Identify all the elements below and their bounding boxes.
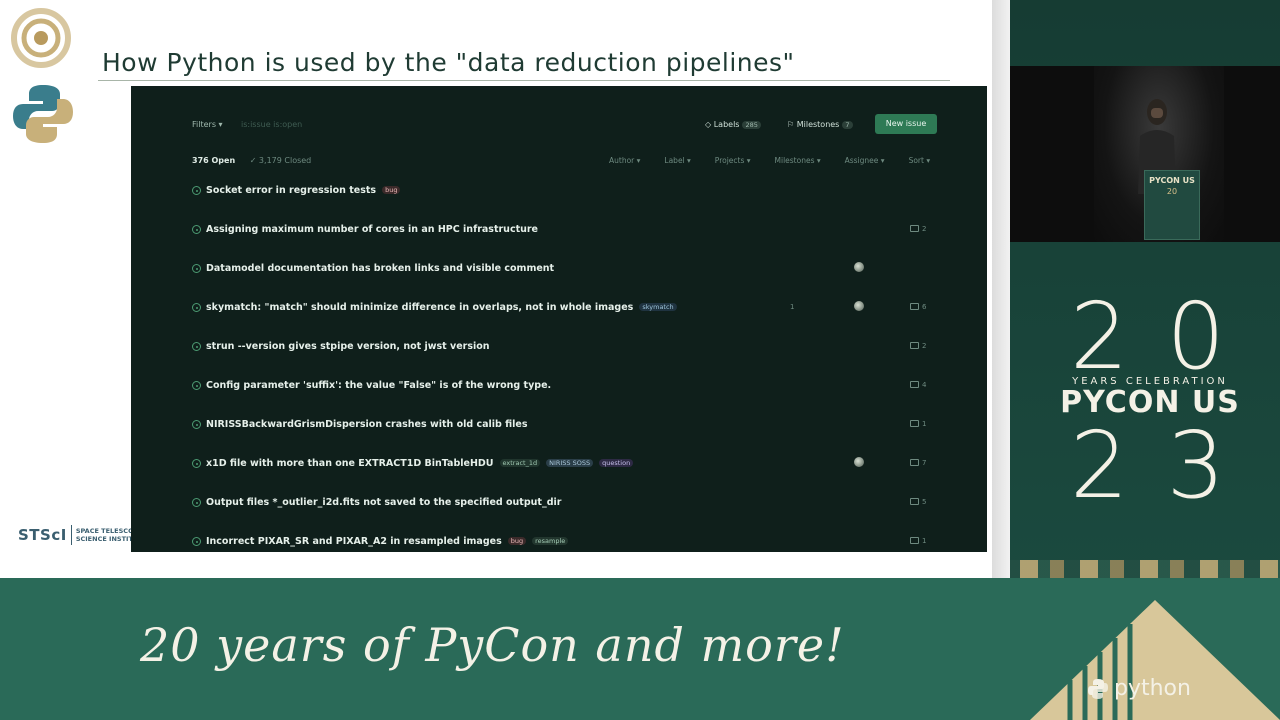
issue-open-icon: [192, 342, 201, 351]
slide-edge: [992, 0, 1010, 578]
search-input[interactable]: is:issue is:open: [241, 120, 302, 129]
open-closed-toggle: 376 Open ✓ 3,179 Closed: [192, 156, 311, 165]
stsci-logo: STScI SPACE TELESCOPE SCIENCE INSTITUTE: [18, 525, 147, 545]
badge-bottom-number: 23: [1070, 412, 1264, 519]
issue-title[interactable]: x1D file with more than one EXTRACT1D Bi…: [206, 458, 634, 469]
issue-open-icon: [192, 186, 201, 195]
podium-sign: PYCON US: [1149, 176, 1195, 185]
issue-title[interactable]: Socket error in regression tests bug: [206, 185, 401, 196]
python-brand: python: [1086, 676, 1191, 701]
filters-dropdown[interactable]: Filters ▾: [192, 120, 223, 129]
issue-label[interactable]: resample: [532, 537, 569, 545]
pycon-badge: 20 YEARS CELEBRATION PYCON US 23: [1040, 290, 1260, 513]
labels-button[interactable]: ◇ Labels 285: [705, 120, 761, 129]
sort-dropdown[interactable]: Sort ▾: [909, 156, 931, 165]
issue-open-icon: [192, 303, 201, 312]
milestones-button[interactable]: ⚐ Milestones 7: [787, 120, 853, 129]
issue-title[interactable]: strun --version gives stpipe version, no…: [206, 341, 490, 352]
issue-row[interactable]: Output files *_outlier_i2d.fits not save…: [192, 497, 952, 533]
assignee-avatar[interactable]: [854, 457, 864, 467]
issue-open-icon: [192, 459, 201, 468]
comment-count[interactable]: 2: [910, 342, 926, 350]
issue-label[interactable]: NIRISS SOSS: [546, 459, 594, 467]
issue-open-icon: [192, 537, 201, 546]
issue-row[interactable]: Datamodel documentation has broken links…: [192, 262, 952, 299]
issue-row[interactable]: Config parameter 'suffix': the value "Fa…: [192, 380, 952, 416]
issue-label[interactable]: skymatch: [639, 303, 677, 311]
stsci-short-name: STScI: [18, 526, 67, 544]
event-tagline: 20 years of PyCon and more!: [140, 618, 845, 672]
sort-dropdown[interactable]: Projects ▾: [715, 156, 751, 165]
mountain-graphic: [1030, 600, 1280, 720]
issue-row[interactable]: Socket error in regression tests bug: [192, 185, 952, 221]
issue-label[interactable]: question: [599, 459, 634, 467]
slide-title: How Python is used by the "data reductio…: [102, 48, 795, 77]
comment-count[interactable]: 6: [910, 303, 926, 311]
issue-label[interactable]: extract_1d: [499, 459, 541, 467]
issue-row[interactable]: skymatch: "match" should minimize differ…: [192, 301, 952, 338]
issue-open-icon: [192, 381, 201, 390]
open-count[interactable]: 376 Open: [192, 156, 235, 165]
issue-title[interactable]: Datamodel documentation has broken links…: [206, 263, 554, 274]
issue-row[interactable]: Assigning maximum number of cores in an …: [192, 224, 952, 260]
python-wordmark: python: [1114, 676, 1191, 701]
issue-title[interactable]: Output files *_outlier_i2d.fits not save…: [206, 497, 561, 508]
issue-open-icon: [192, 420, 201, 429]
assignee-avatar[interactable]: [854, 262, 864, 272]
issue-title[interactable]: Config parameter 'suffix': the value "Fa…: [206, 380, 551, 391]
issue-row[interactable]: strun --version gives stpipe version, no…: [192, 341, 952, 377]
comment-count[interactable]: 5: [910, 498, 926, 506]
issue-title[interactable]: Incorrect PIXAR_SR and PIXAR_A2 in resam…: [206, 536, 569, 547]
issue-row[interactable]: x1D file with more than one EXTRACT1D Bi…: [192, 457, 952, 494]
milestone-icon: ⚐: [787, 120, 797, 129]
issue-label[interactable]: bug: [507, 537, 527, 545]
comment-count[interactable]: 7: [910, 459, 926, 467]
issue-row[interactable]: Incorrect PIXAR_SR and PIXAR_A2 in resam…: [192, 536, 952, 552]
sort-dropdown[interactable]: Label ▾: [664, 156, 690, 165]
comment-count[interactable]: 2: [910, 225, 926, 233]
comment-count[interactable]: 1: [910, 420, 926, 428]
github-issues-screenshot: Filters ▾ is:issue is:open ◇ Labels 285 ⚐…: [131, 86, 987, 552]
sort-dropdown[interactable]: Assignee ▾: [845, 156, 885, 165]
issue-label[interactable]: bug: [382, 186, 401, 194]
badge-top-number: 20: [1070, 283, 1264, 390]
comment-count[interactable]: 1: [910, 537, 926, 545]
linked-pr-count[interactable]: 1: [790, 303, 794, 311]
python-logo-icon: [13, 85, 73, 143]
tag-icon: ◇: [705, 120, 714, 129]
title-divider: [98, 80, 950, 81]
issue-open-icon: [192, 498, 201, 507]
python-logo-icon: [1088, 678, 1108, 699]
issue-row[interactable]: NIRISSBackwardGrismDispersion crashes wi…: [192, 419, 952, 455]
podium-sign-year: 20: [1166, 187, 1178, 196]
assignee-avatar[interactable]: [854, 301, 864, 311]
sort-dropdowns: Author ▾ Label ▾ Projects ▾ Milestones ▾ Ass…: [609, 156, 930, 165]
sort-dropdown[interactable]: Author ▾: [609, 156, 640, 165]
presentation-slide: How Python is used by the "data reductio…: [0, 0, 992, 578]
issue-title[interactable]: skymatch: "match" should minimize differ…: [206, 302, 677, 313]
issue-open-icon: [192, 264, 201, 273]
issue-open-icon: [192, 225, 201, 234]
closed-count[interactable]: ✓ 3,179 Closed: [250, 156, 312, 165]
labels-count: 285: [742, 121, 761, 129]
comment-count[interactable]: 4: [910, 381, 926, 389]
speaker-video: PYCON US 20: [994, 66, 1280, 242]
pycon-logo-icon: [11, 8, 71, 68]
issue-title[interactable]: Assigning maximum number of cores in an …: [206, 224, 538, 235]
sort-dropdown[interactable]: Milestones ▾: [775, 156, 821, 165]
milestones-count: 7: [842, 121, 853, 129]
new-issue-button[interactable]: New issue: [875, 114, 937, 134]
issue-title[interactable]: NIRISSBackwardGrismDispersion crashes wi…: [206, 419, 528, 430]
